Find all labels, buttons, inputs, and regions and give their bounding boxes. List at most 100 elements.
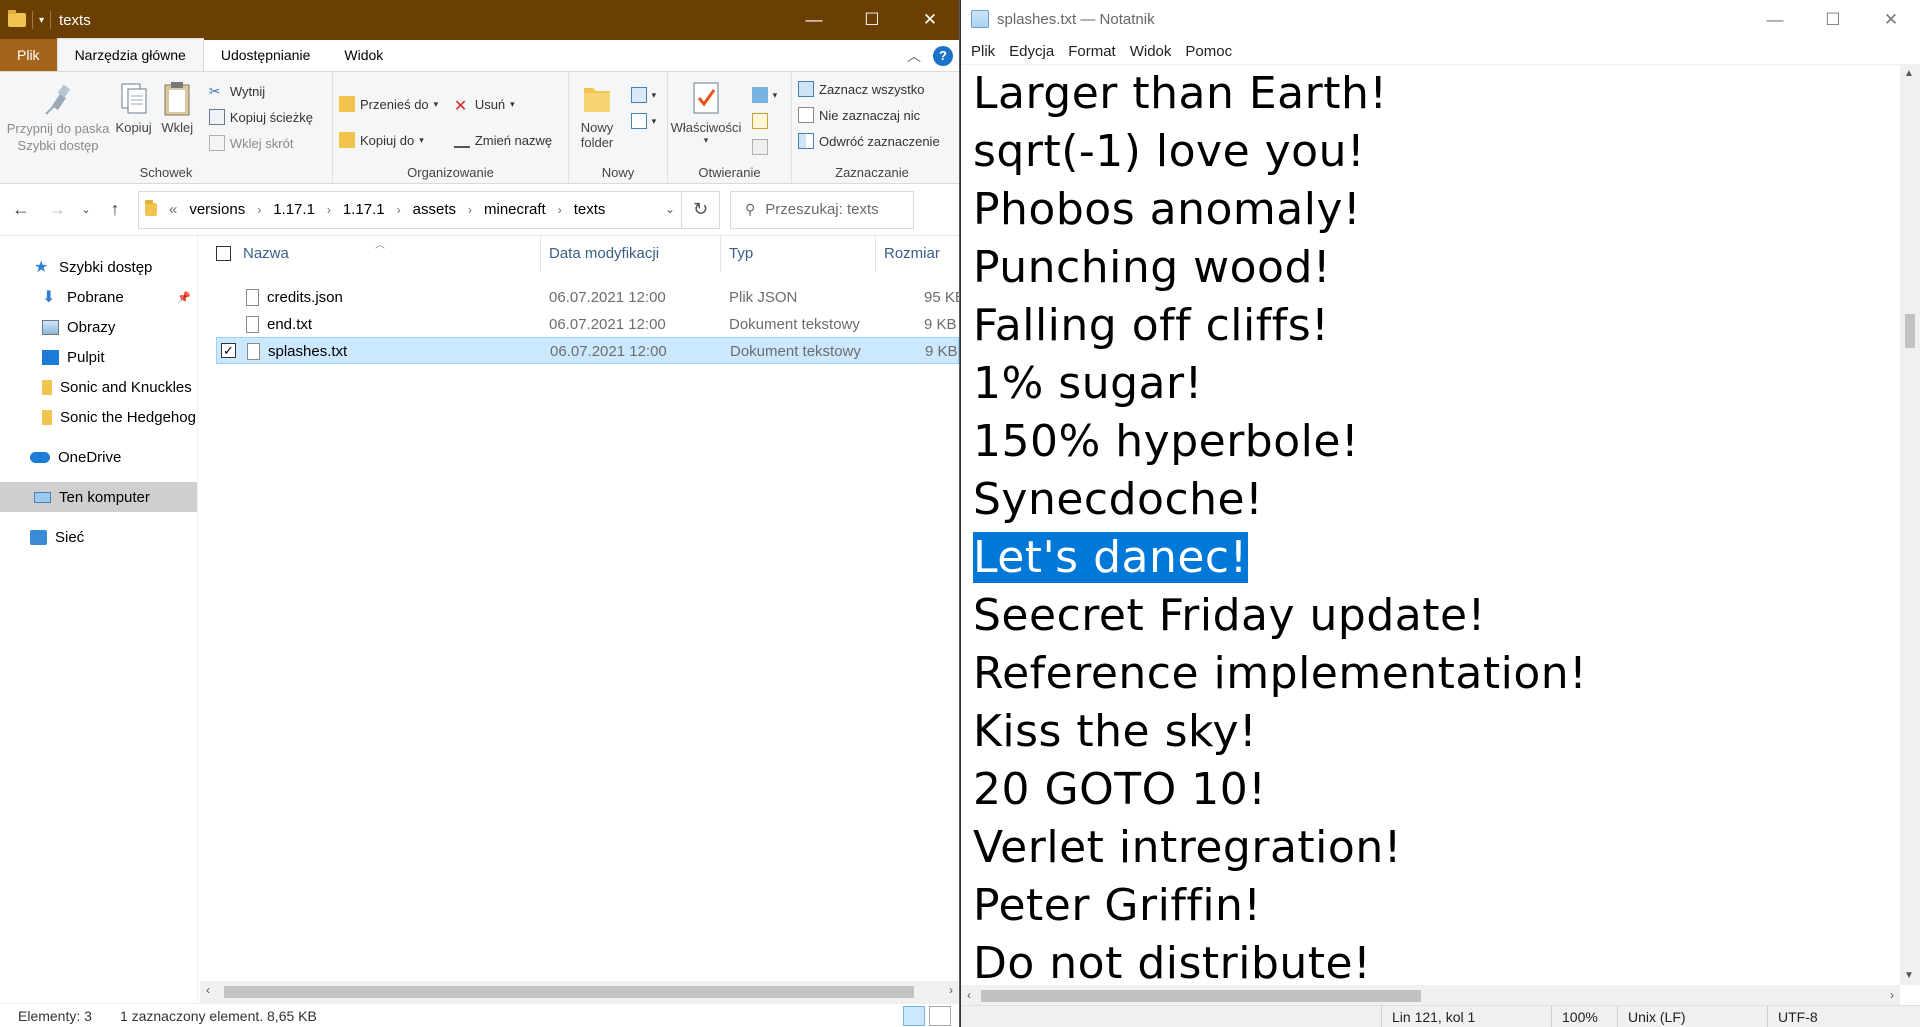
- details-view-button[interactable]: [903, 1006, 925, 1026]
- text-line-selected: Let's danec!: [961, 529, 1900, 587]
- help-icon[interactable]: ?: [933, 46, 953, 66]
- column-date[interactable]: Data modyfikacji: [541, 236, 721, 272]
- chevron-down-icon[interactable]: ⌄: [665, 202, 675, 216]
- nav-item-folder[interactable]: Sonic and Knuckles: [0, 372, 197, 402]
- copy-path-button[interactable]: Kopiuj ścieżkę: [208, 104, 313, 130]
- tab-view[interactable]: Widok: [327, 39, 400, 71]
- breadcrumb-overflow[interactable]: «: [169, 201, 177, 218]
- horizontal-scrollbar[interactable]: ‹ ›: [961, 985, 1900, 1007]
- nav-item-pictures[interactable]: Obrazy: [0, 312, 197, 342]
- menu-edit[interactable]: Edycja: [1009, 43, 1054, 60]
- chevron-right-icon[interactable]: ›: [558, 203, 562, 217]
- scrollbar-thumb[interactable]: [224, 986, 914, 998]
- scroll-left-icon[interactable]: ‹: [967, 988, 971, 1002]
- nav-item-folder[interactable]: Sonic the Hedgehog: [0, 402, 197, 432]
- breadcrumb-item[interactable]: minecraft: [484, 201, 546, 218]
- row-checkbox[interactable]: ✓: [221, 343, 236, 358]
- maximize-button[interactable]: ☐: [843, 0, 901, 40]
- scroll-right-icon[interactable]: ›: [1890, 988, 1894, 1002]
- text-editor[interactable]: Larger than Earth! sqrt(-1) love you! Ph…: [961, 64, 1900, 985]
- move-to-button[interactable]: Przenieś do ▾: [339, 86, 438, 122]
- up-button[interactable]: ↑: [102, 199, 128, 220]
- column-name[interactable]: Nazwa: [235, 236, 541, 272]
- nav-item-downloads[interactable]: ⬇ Pobrane 📌: [0, 282, 197, 312]
- scroll-right-icon[interactable]: ›: [949, 983, 953, 997]
- chevron-right-icon[interactable]: ›: [468, 203, 472, 217]
- chevron-right-icon[interactable]: ›: [327, 203, 331, 217]
- edit-button[interactable]: [751, 108, 778, 134]
- paste-button[interactable]: Wklej: [157, 76, 197, 135]
- menu-format[interactable]: Format: [1068, 43, 1116, 60]
- open-button[interactable]: ▾: [751, 82, 777, 108]
- chevron-right-icon[interactable]: ›: [397, 203, 401, 217]
- file-name: end.txt: [267, 316, 313, 333]
- status-bar: Elementy: 3 1 zaznaczony element. 8,65 K…: [0, 1003, 959, 1027]
- nav-onedrive[interactable]: OneDrive: [0, 442, 197, 472]
- horizontal-scrollbar[interactable]: ‹ ›: [200, 981, 959, 1003]
- menu-view[interactable]: Widok: [1130, 43, 1172, 60]
- paste-shortcut-button[interactable]: Wklej skrót: [208, 130, 313, 156]
- copy-button[interactable]: Kopiuj: [114, 76, 154, 135]
- select-none-button[interactable]: Nie zaznaczaj nic: [798, 102, 946, 128]
- breadcrumb-item[interactable]: 1.17.1: [343, 201, 385, 218]
- properties-button[interactable]: Właściwości ▾: [671, 76, 741, 146]
- close-button[interactable]: ✕: [1862, 0, 1920, 40]
- large-icons-view-button[interactable]: [929, 1006, 951, 1026]
- minimize-button[interactable]: —: [1746, 0, 1804, 40]
- close-button[interactable]: ✕: [901, 0, 959, 40]
- tab-home[interactable]: Narzędzia główne: [56, 38, 204, 71]
- vertical-scrollbar[interactable]: ▲ ▼: [1900, 64, 1920, 985]
- file-row[interactable]: end.txt 06.07.2021 12:00 Dokument teksto…: [216, 311, 959, 338]
- folder-icon: [145, 200, 157, 216]
- quick-access-dropdown-icon[interactable]: ▾: [39, 15, 44, 26]
- rename-button[interactable]: Zmień nazwę: [453, 122, 552, 158]
- history-button[interactable]: [751, 134, 778, 160]
- open-icon: [751, 87, 768, 103]
- address-bar[interactable]: « versions › 1.17.1 › 1.17.1 › assets › mine…: [138, 190, 720, 229]
- invert-selection-button[interactable]: Odwróć zaznaczenie: [798, 128, 946, 154]
- menu-file[interactable]: Plik: [971, 43, 995, 60]
- scroll-up-icon[interactable]: ▲: [1904, 68, 1914, 79]
- scrollbar-thumb[interactable]: [1905, 314, 1915, 348]
- new-folder-button[interactable]: Nowy folder: [575, 76, 619, 150]
- back-button[interactable]: ←: [8, 199, 34, 220]
- refresh-button[interactable]: ↻: [681, 191, 719, 228]
- select-all-button[interactable]: Zaznacz wszystko: [798, 76, 946, 102]
- properties-icon: [693, 82, 719, 114]
- easy-access-button[interactable]: ▾: [630, 108, 656, 134]
- new-item-button[interactable]: ▾: [630, 82, 656, 108]
- pin-quick-access-button[interactable]: Przypnij do paska Szybki dostęp: [6, 76, 110, 154]
- search-input[interactable]: ⚲ Przeszukaj: texts: [730, 190, 914, 229]
- nav-network[interactable]: Sieć: [0, 522, 197, 552]
- collapse-ribbon-icon[interactable]: ︿: [907, 46, 921, 66]
- file-size: 9 KB: [924, 316, 957, 333]
- cut-button[interactable]: ✂ Wytnij: [209, 78, 313, 104]
- scrollbar-thumb[interactable]: [981, 990, 1421, 1002]
- open-group: Właściwości ▾ ▾ Otwieranie: [668, 72, 792, 184]
- chevron-right-icon[interactable]: ›: [257, 203, 261, 217]
- breadcrumb-item[interactable]: assets: [413, 201, 456, 218]
- file-row[interactable]: credits.json 06.07.2021 12:00 Plik JSON …: [216, 284, 965, 311]
- forward-button[interactable]: →: [44, 199, 70, 220]
- minimize-button[interactable]: —: [785, 0, 843, 40]
- scroll-down-icon[interactable]: ▼: [1904, 970, 1914, 981]
- column-type[interactable]: Typ: [721, 236, 876, 272]
- column-size[interactable]: Rozmiar: [876, 236, 966, 272]
- copy-to-button[interactable]: Kopiuj do ▾: [339, 122, 438, 158]
- scroll-left-icon[interactable]: ‹: [206, 983, 210, 997]
- menu-help[interactable]: Pomoc: [1185, 43, 1232, 60]
- select-all-checkbox[interactable]: [216, 246, 231, 261]
- maximize-button[interactable]: ☐: [1804, 0, 1862, 40]
- nav-this-pc[interactable]: Ten komputer: [0, 482, 197, 512]
- group-label: Zaznaczanie: [835, 165, 909, 180]
- tab-file[interactable]: Plik: [0, 39, 57, 71]
- breadcrumb-item[interactable]: versions: [189, 201, 245, 218]
- delete-button[interactable]: ✕ Usuń ▾: [454, 86, 552, 122]
- recent-locations-icon[interactable]: ⌄: [80, 203, 92, 216]
- file-row[interactable]: ✓ splashes.txt 06.07.2021 12:00 Dokument…: [216, 337, 959, 364]
- breadcrumb-item[interactable]: texts: [574, 201, 606, 218]
- breadcrumb-item[interactable]: 1.17.1: [273, 201, 315, 218]
- nav-item-desktop[interactable]: Pulpit: [0, 342, 197, 372]
- nav-quick-access[interactable]: ★ Szybki dostęp: [0, 252, 197, 282]
- tab-share[interactable]: Udostępnianie: [204, 39, 328, 71]
